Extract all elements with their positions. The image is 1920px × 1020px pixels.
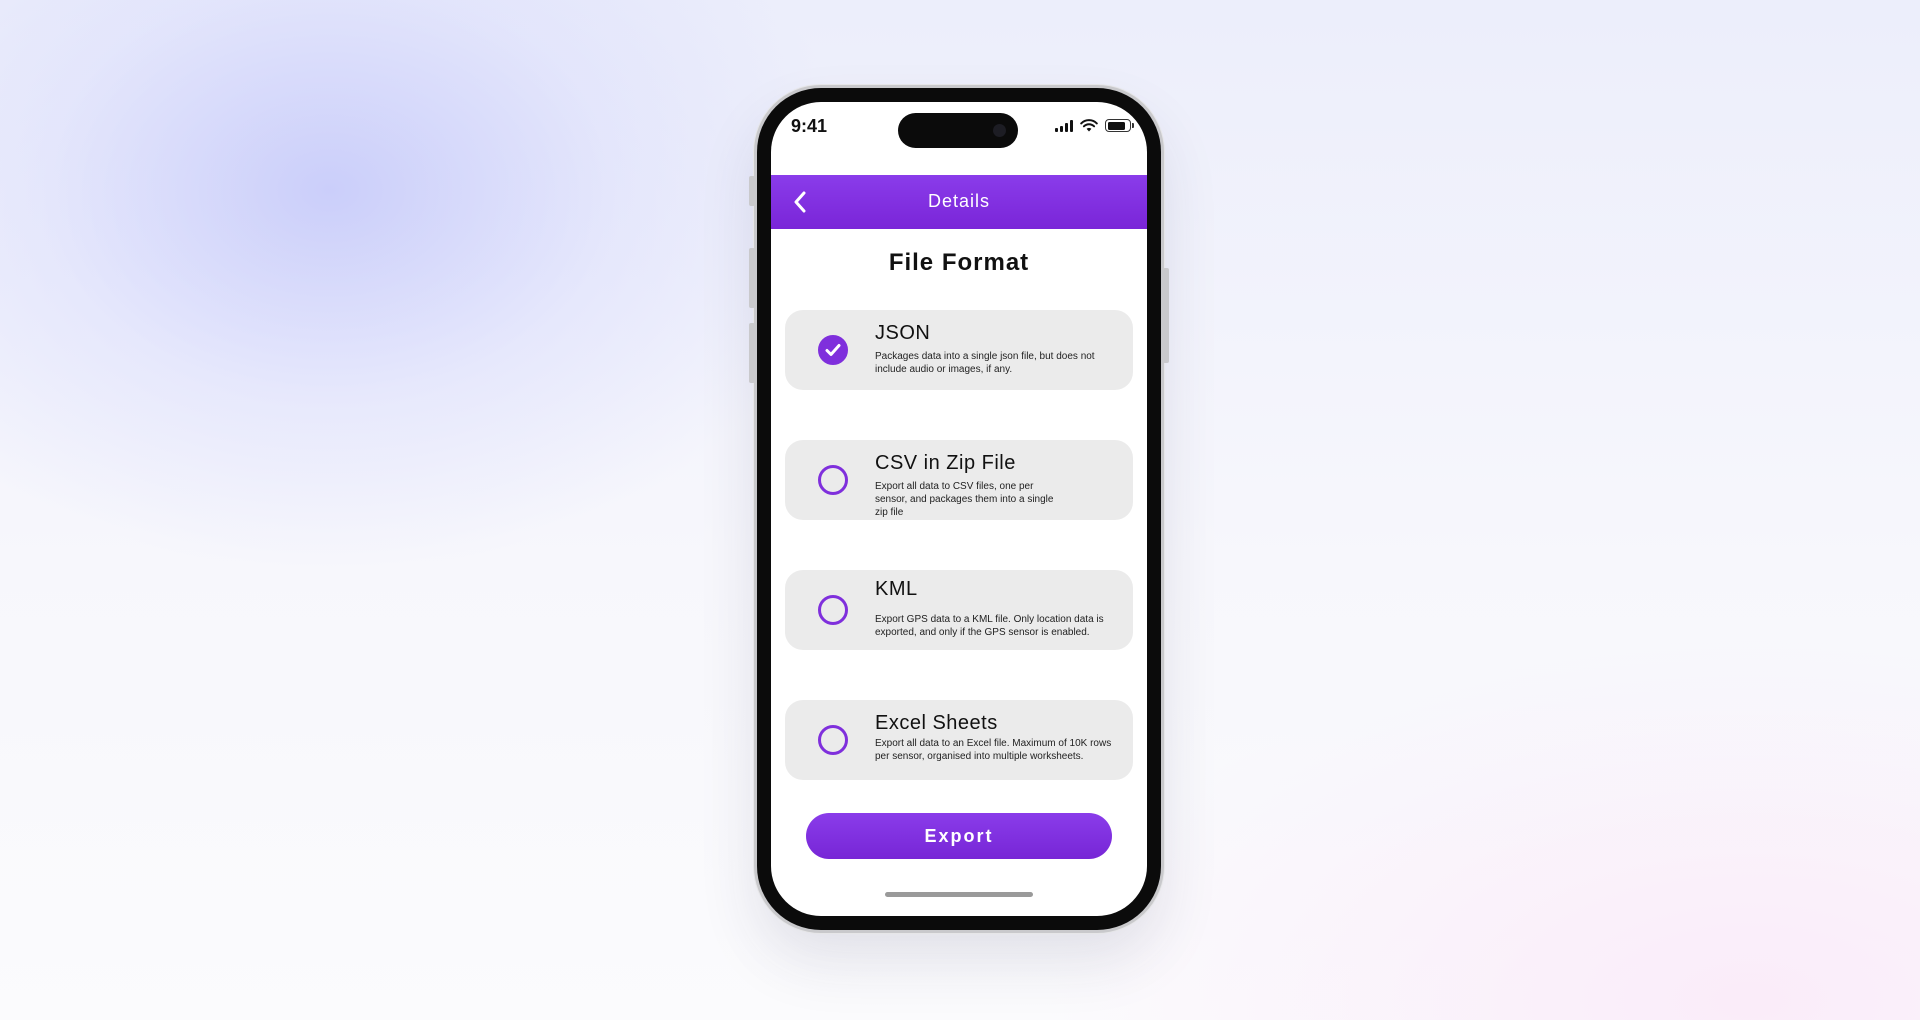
- phone-screen: 9:41 Details File Format JSON Packages d…: [771, 102, 1147, 916]
- dynamic-island: [898, 113, 1018, 148]
- option-title: CSV in Zip File: [875, 452, 1016, 474]
- export-button[interactable]: Export: [806, 813, 1112, 859]
- volume-up-button: [749, 248, 755, 308]
- option-description: Packages data into a single json file, b…: [875, 351, 1095, 375]
- nav-title: Details: [927, 191, 991, 211]
- option-title: Excel Sheets: [875, 712, 998, 734]
- status-bar: 9:41: [771, 102, 1147, 162]
- silent-switch: [749, 176, 755, 206]
- option-kml[interactable]: KML Export GPS data to a KML file. Only …: [785, 570, 1133, 650]
- camera-icon: [993, 124, 1006, 137]
- battery-icon: [1105, 119, 1134, 132]
- radio-kml[interactable]: [818, 595, 848, 625]
- nav-bar: Details: [771, 175, 1147, 229]
- radio-json-selected[interactable]: [818, 335, 848, 365]
- status-icons: [1055, 119, 1134, 132]
- checkmark-icon: [825, 344, 841, 356]
- status-time: 9:41: [791, 116, 828, 136]
- radio-excel[interactable]: [818, 725, 848, 755]
- option-title: KML: [875, 578, 918, 600]
- volume-down-button: [749, 323, 755, 383]
- radio-csv-zip[interactable]: [818, 465, 848, 495]
- cellular-signal-icon: [1055, 119, 1073, 132]
- option-description: Export GPS data to a KML file. Only loca…: [875, 614, 1104, 638]
- page-title: File Format: [888, 249, 1030, 276]
- file-format-options: JSON Packages data into a single json fi…: [785, 310, 1133, 780]
- option-description: Export all data to an Excel file. Maximu…: [875, 738, 1112, 762]
- option-description: Export all data to CSV files, one per se…: [875, 481, 1054, 518]
- option-title: JSON: [875, 322, 931, 344]
- option-csv-zip[interactable]: CSV in Zip File Export all data to CSV f…: [785, 440, 1133, 520]
- option-excel[interactable]: Excel Sheets Export all data to an Excel…: [785, 700, 1133, 780]
- home-indicator: [885, 892, 1033, 897]
- phone-frame: 9:41 Details File Format JSON Packages d…: [749, 88, 1169, 930]
- option-json[interactable]: JSON Packages data into a single json fi…: [785, 310, 1133, 390]
- power-button: [1163, 268, 1169, 363]
- wifi-icon: [1080, 119, 1098, 132]
